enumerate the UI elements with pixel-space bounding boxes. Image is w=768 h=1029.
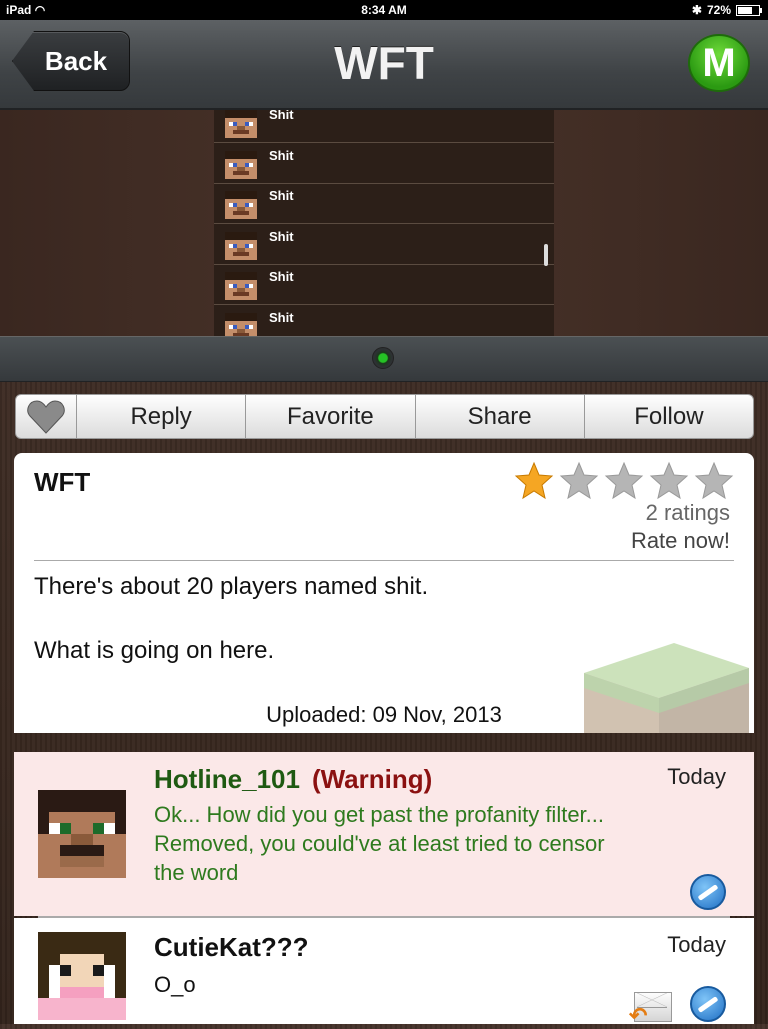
player-face-icon [225, 110, 257, 138]
post-body-line: What is going on here. [34, 637, 275, 664]
status-right: ✱ 72% [691, 3, 762, 17]
clock: 8:34 AM [361, 3, 407, 17]
ratings-count: 2 ratings [645, 500, 730, 525]
comment-date: Today [667, 932, 726, 957]
player-row: Shit [214, 183, 554, 224]
block-icon[interactable] [690, 874, 726, 910]
share-button[interactable]: Share [416, 395, 585, 438]
player-name: Shit [269, 309, 294, 325]
post-body-line: There's about 20 players named shit. [34, 573, 429, 600]
status-bar: iPad ◠ 8:34 AM ✱ 72% [0, 0, 768, 20]
avatar [38, 790, 126, 878]
page-indicator-dot[interactable] [372, 347, 394, 369]
comment-item[interactable]: CutieKat??? Today O_o ↶ [14, 918, 754, 1028]
author-name[interactable]: Hotline_101 [154, 764, 300, 794]
player-row: Shit [214, 224, 554, 265]
action-bar: Reply Favorite Share Follow [15, 394, 754, 439]
like-button[interactable] [16, 395, 77, 438]
m-button[interactable]: M [688, 34, 750, 92]
author-name[interactable]: CutieKat??? [154, 932, 309, 962]
player-row: Shit [214, 264, 554, 305]
player-face-icon [225, 191, 257, 219]
player-name: Shit [269, 228, 294, 244]
page-title: WFT [334, 37, 434, 89]
player-name: Shit [269, 269, 294, 284]
star-empty-icon[interactable] [604, 461, 644, 501]
star-empty-icon[interactable] [694, 461, 734, 501]
post-image[interactable]: Shit Shit Shit Shit Shit Shit [0, 110, 768, 336]
reply-arrow-icon: ↶ [629, 1003, 648, 1028]
player-row: Shit [214, 143, 554, 184]
reply-mail-icon[interactable]: ↶ [629, 992, 672, 1028]
player-name: Shit [269, 188, 294, 203]
rate-now-link[interactable]: Rate now! [631, 528, 730, 554]
battery-icon [736, 4, 762, 16]
warning-tag: (Warning) [311, 764, 433, 794]
comment-date: Today [667, 764, 726, 789]
comment-author[interactable]: CutieKat??? [154, 932, 309, 963]
star-empty-icon[interactable] [649, 461, 689, 501]
favorite-button[interactable]: Favorite [246, 395, 416, 438]
battery-percent: 72% [706, 3, 731, 17]
follow-button[interactable]: Follow [585, 395, 753, 438]
rating-stars[interactable] [514, 461, 734, 501]
player-face-icon [225, 272, 257, 300]
reply-button[interactable]: Reply [77, 395, 247, 438]
star-filled-icon[interactable] [514, 461, 554, 501]
battery-fill [738, 6, 753, 14]
player-name: Shit [269, 147, 294, 163]
heart-icon [27, 399, 65, 434]
star-empty-icon[interactable] [559, 461, 599, 501]
comment-item[interactable]: Hotline_101 (Warning) Today Ok... How did… [14, 752, 754, 916]
image-pager [0, 336, 768, 382]
comment-text: Ok... How did you get past the profanity… [154, 802, 605, 885]
player-face-icon [225, 231, 257, 260]
upload-date: Uploaded: 09 Nov, 2013 [266, 702, 502, 727]
image-scrollbar [544, 244, 548, 266]
player-row: Shit [214, 305, 554, 336]
divider [34, 560, 734, 561]
post-card: WFT 2 ratings Rate now! There's about 20… [14, 453, 754, 733]
bluetooth-icon: ✱ [691, 3, 702, 17]
player-name: Shit [269, 110, 294, 122]
player-face-icon [225, 150, 257, 179]
navigation-bar: Back WFT M [0, 20, 768, 110]
block-icon[interactable] [690, 986, 726, 1022]
comment-author[interactable]: Hotline_101 (Warning) [154, 764, 432, 795]
post-body: There's about 20 players named shit. Wha… [34, 571, 428, 699]
player-list-image: Shit Shit Shit Shit Shit Shit [214, 110, 554, 336]
player-row: Shit [214, 110, 554, 143]
avatar [38, 932, 126, 1020]
post-title: WFT [34, 467, 91, 497]
player-face-icon [225, 312, 257, 336]
comment-text: O_o [154, 972, 196, 997]
